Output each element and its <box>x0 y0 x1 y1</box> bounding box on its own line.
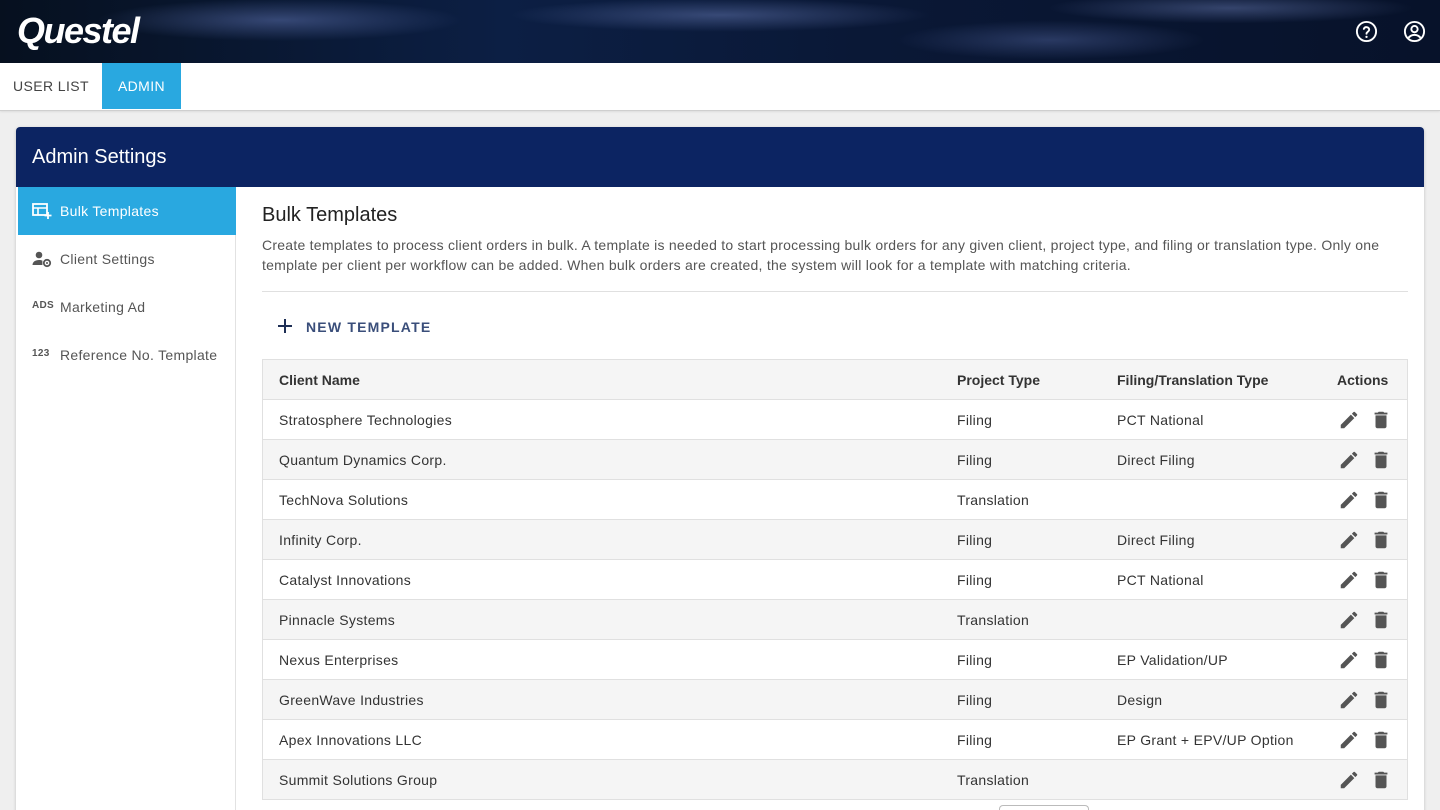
delete-icon[interactable] <box>1370 689 1392 711</box>
delete-icon[interactable] <box>1370 609 1392 631</box>
cell-filing-type: PCT National <box>1117 572 1204 588</box>
table-row[interactable]: GreenWave Industries Filing Design <box>263 680 1407 720</box>
edit-icon[interactable] <box>1338 409 1360 431</box>
help-circle-icon[interactable] <box>1355 20 1378 43</box>
numbers-icon: 123 <box>32 348 50 359</box>
column-header-actions: Actions <box>1337 372 1389 388</box>
table-body: Stratosphere Technologies Filing PCT Nat… <box>263 400 1407 800</box>
tab-user-list[interactable]: USER LIST <box>0 63 102 109</box>
column-header-filing-type[interactable]: Filing/Translation Type <box>1117 372 1268 388</box>
delete-icon[interactable] <box>1370 449 1392 471</box>
delete-icon[interactable] <box>1370 409 1392 431</box>
edit-icon[interactable] <box>1338 729 1360 751</box>
edit-icon[interactable] <box>1338 769 1360 791</box>
delete-icon[interactable] <box>1370 729 1392 751</box>
cell-filing-type: EP Validation/UP <box>1117 652 1228 668</box>
table-row[interactable]: Catalyst Innovations Filing PCT National <box>263 560 1407 600</box>
delete-icon[interactable] <box>1370 569 1392 591</box>
page-title: Bulk Templates <box>262 204 398 226</box>
sidebar-item-label: Reference No. Template <box>60 347 218 363</box>
admin-settings-card: Admin Settings Bulk Templates Client Set… <box>16 127 1424 810</box>
new-template-label: NEW TEMPLATE <box>306 319 432 335</box>
delete-icon[interactable] <box>1370 489 1392 511</box>
divider <box>262 291 1408 292</box>
cell-project-type: Filing <box>957 452 993 468</box>
cell-client-name: Pinnacle Systems <box>279 612 396 628</box>
cell-project-type: Filing <box>957 652 993 668</box>
edit-icon[interactable] <box>1338 489 1360 511</box>
cell-project-type: Filing <box>957 532 993 548</box>
cell-filing-type: Direct Filing <box>1117 532 1195 548</box>
cell-client-name: Nexus Enterprises <box>279 652 399 668</box>
cell-client-name: TechNova Solutions <box>279 492 409 508</box>
cell-filing-type: PCT National <box>1117 412 1204 428</box>
cell-project-type: Filing <box>957 732 993 748</box>
table-row[interactable]: Stratosphere Technologies Filing PCT Nat… <box>263 400 1407 440</box>
page-description: Create templates to process client order… <box>262 237 1380 273</box>
sidebar-item-reference-no-template[interactable]: 123 Reference No. Template <box>18 331 236 379</box>
edit-icon[interactable] <box>1338 649 1360 671</box>
edit-icon[interactable] <box>1338 449 1360 471</box>
admin-sidebar: Bulk Templates Client Settings ADS Marke… <box>16 187 236 810</box>
edit-icon[interactable] <box>1338 529 1360 551</box>
sidebar-item-label: Client Settings <box>60 251 155 267</box>
cell-client-name: Infinity Corp. <box>279 532 362 548</box>
cell-client-name: Apex Innovations LLC <box>279 732 422 748</box>
sidebar-item-client-settings[interactable]: Client Settings <box>18 235 236 283</box>
cell-client-name: Stratosphere Technologies <box>279 412 453 428</box>
user-settings-icon <box>32 250 52 268</box>
table-row[interactable]: Quantum Dynamics Corp. Filing Direct Fil… <box>263 440 1407 480</box>
sidebar-item-bulk-templates[interactable]: Bulk Templates <box>18 187 236 235</box>
cell-project-type: Filing <box>957 572 993 588</box>
cell-filing-type: EP Grant + EPV/UP Option <box>1117 732 1294 748</box>
edit-icon[interactable] <box>1338 569 1360 591</box>
cell-project-type: Translation <box>957 772 1030 788</box>
table-row[interactable]: Pinnacle Systems Translation <box>263 600 1407 640</box>
table-row[interactable]: Summit Solutions Group Translation <box>263 760 1407 800</box>
edit-icon[interactable] <box>1338 609 1360 631</box>
cell-filing-type: Design <box>1117 692 1163 708</box>
column-header-client-name[interactable]: Client Name <box>279 372 360 388</box>
column-header-project-type[interactable]: Project Type <box>957 372 1040 388</box>
table-add-icon <box>32 202 52 220</box>
ads-icon: ADS <box>32 300 55 311</box>
top-header: Questel <box>0 0 1440 63</box>
delete-icon[interactable] <box>1370 529 1392 551</box>
cell-client-name: Catalyst Innovations <box>279 572 412 588</box>
account-circle-icon[interactable] <box>1403 20 1426 43</box>
cell-filing-type: Direct Filing <box>1117 452 1195 468</box>
tab-bar: USER LIST ADMIN <box>0 63 1440 111</box>
cell-client-name: Summit Solutions Group <box>279 772 438 788</box>
tab-admin[interactable]: ADMIN <box>102 63 181 109</box>
table-row[interactable]: TechNova Solutions Translation <box>263 480 1407 520</box>
table-row[interactable]: Nexus Enterprises Filing EP Validation/U… <box>263 640 1407 680</box>
card-title: Admin Settings <box>32 146 167 168</box>
sidebar-item-marketing-ad[interactable]: ADS Marketing Ad <box>18 283 236 331</box>
table-row[interactable]: Apex Innovations LLC Filing EP Grant + E… <box>263 720 1407 760</box>
table-header: Client Name Project Type Filing/Translat… <box>263 360 1407 400</box>
rows-per-page-select[interactable] <box>999 805 1089 810</box>
sidebar-item-label: Bulk Templates <box>60 203 159 219</box>
cell-project-type: Translation <box>957 492 1030 508</box>
sidebar-item-label: Marketing Ad <box>60 299 146 315</box>
delete-icon[interactable] <box>1370 769 1392 791</box>
cell-project-type: Filing <box>957 412 993 428</box>
table-row[interactable]: Infinity Corp. Filing Direct Filing <box>263 520 1407 560</box>
card-header: Admin Settings <box>16 127 1424 187</box>
plus-icon <box>276 317 294 335</box>
edit-icon[interactable] <box>1338 689 1360 711</box>
questel-logo[interactable]: Questel <box>17 10 140 52</box>
cell-client-name: GreenWave Industries <box>279 692 424 708</box>
cell-project-type: Filing <box>957 692 993 708</box>
templates-table: Client Name Project Type Filing/Translat… <box>262 359 1408 800</box>
delete-icon[interactable] <box>1370 649 1392 671</box>
cell-project-type: Translation <box>957 612 1030 628</box>
cell-client-name: Quantum Dynamics Corp. <box>279 452 447 468</box>
